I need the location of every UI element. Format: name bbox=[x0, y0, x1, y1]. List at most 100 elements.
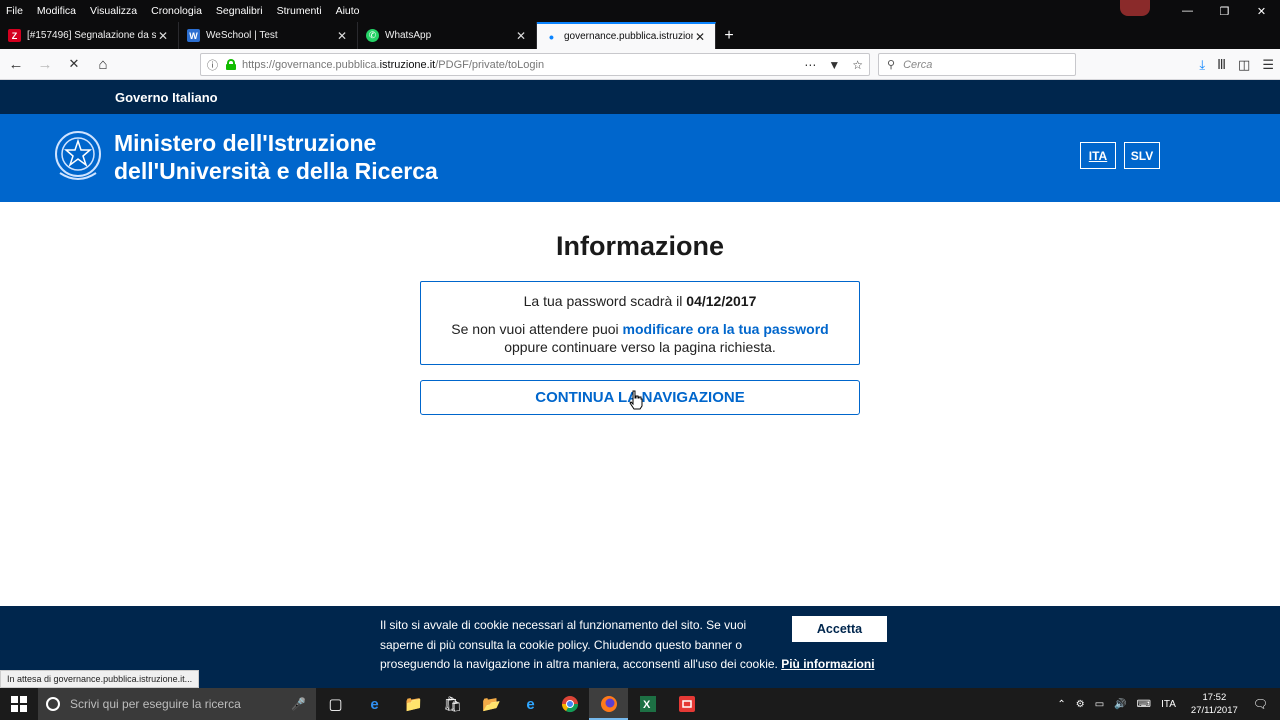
chrome-icon[interactable] bbox=[550, 688, 589, 720]
ministry-line-2: dell'Università e della Ricerca bbox=[114, 158, 438, 184]
ministry-name[interactable]: Ministero dell'Istruzione dell'Universit… bbox=[114, 129, 438, 185]
password-info-box: La tua password scadrà il 04/12/2017 Se … bbox=[420, 281, 860, 365]
new-tab-icon[interactable]: + bbox=[716, 22, 742, 49]
expiry-prefix: La tua password scadrà il bbox=[523, 293, 687, 309]
change-prefix: Se non vuoi attendere puoi bbox=[451, 321, 623, 337]
download-icon[interactable]: ⤓ bbox=[1199, 57, 1205, 73]
browser-status: In attesa di governance.pubblica.istruzi… bbox=[0, 670, 200, 688]
tab-title: WhatsApp bbox=[385, 30, 432, 41]
network-icon[interactable]: ▭ bbox=[1095, 699, 1104, 710]
close-tab-icon[interactable]: ✕ bbox=[335, 29, 349, 43]
lang-ita-button[interactable]: ITA bbox=[1080, 142, 1116, 169]
menu-modifica[interactable]: Modifica bbox=[37, 5, 76, 17]
tab-zendesk[interactable]: Z [#157496] Segnalazione da sito ✕ bbox=[0, 22, 179, 49]
site-header: Ministero dell'Istruzione dell'Universit… bbox=[0, 114, 1280, 202]
expiry-line: La tua password scadrà il 04/12/2017 bbox=[421, 293, 859, 309]
task-view-icon[interactable]: ▢ bbox=[316, 688, 355, 720]
url-prefix: https://governance.pubblica. bbox=[242, 58, 380, 71]
internet-explorer-icon[interactable]: e bbox=[511, 688, 550, 720]
profile-avatar[interactable] bbox=[1120, 0, 1150, 16]
tab-governance[interactable]: • governance.pubblica.istruzione ✕ bbox=[537, 22, 716, 49]
close-tab-icon[interactable]: ✕ bbox=[156, 29, 170, 43]
tab-title: governance.pubblica.istruzione bbox=[564, 31, 693, 42]
back-icon[interactable]: ← bbox=[3, 51, 29, 77]
microphone-icon[interactable]: 🎤 bbox=[291, 697, 306, 711]
clock-date: 27/11/2017 bbox=[1190, 705, 1238, 716]
search-placeholder: Cerca bbox=[903, 58, 933, 71]
browser-menubar: File Modifica Visualizza Cronologia Segn… bbox=[0, 0, 1280, 22]
tab-whatsapp[interactable]: ✆ WhatsApp ✕ bbox=[358, 22, 537, 49]
library-icon[interactable]: Ⅲ bbox=[1217, 57, 1226, 73]
menu-cronologia[interactable]: Cronologia bbox=[151, 5, 202, 17]
page-actions-icon[interactable]: ⋯ bbox=[804, 58, 816, 72]
tray-app-icon[interactable]: ⚙ bbox=[1076, 699, 1085, 710]
gov-label[interactable]: Governo Italiano bbox=[115, 90, 218, 105]
pocket-icon[interactable]: ▼ bbox=[828, 58, 840, 72]
search-input[interactable]: ⚲ Cerca bbox=[878, 53, 1076, 76]
firefox-icon[interactable] bbox=[589, 688, 628, 720]
close-tab-icon[interactable]: ✕ bbox=[693, 30, 707, 44]
screen-recorder-icon[interactable] bbox=[667, 688, 706, 720]
ministry-line-1: Ministero dell'Istruzione bbox=[114, 130, 377, 156]
store-icon[interactable]: 🛍 bbox=[433, 688, 472, 720]
zendesk-icon: Z bbox=[8, 29, 21, 42]
accept-cookies-button[interactable]: Accetta bbox=[792, 616, 887, 642]
gov-bar: Governo Italiano bbox=[0, 80, 1280, 114]
taskbar-search-input[interactable]: Scrivi qui per eseguire la ricerca 🎤 bbox=[38, 688, 316, 720]
change-password-link[interactable]: modificare ora la tua password bbox=[623, 321, 829, 337]
hand-cursor-icon bbox=[629, 390, 643, 410]
expiry-date: 04/12/2017 bbox=[686, 293, 757, 309]
windows-taskbar: Scrivi qui per eseguire la ricerca 🎤 ▢ e… bbox=[0, 688, 1280, 720]
menu-visualizza[interactable]: Visualizza bbox=[90, 5, 137, 17]
window-controls: — ❐ ✕ bbox=[1169, 0, 1280, 22]
menu-aiuto[interactable]: Aiuto bbox=[336, 5, 360, 17]
home-icon[interactable]: ⌂ bbox=[90, 51, 116, 77]
taskbar-search-placeholder: Scrivi qui per eseguire la ricerca bbox=[70, 697, 241, 711]
cookie-line-3-text: proseguendo la navigazione in altra mani… bbox=[380, 657, 782, 671]
input-language[interactable]: ITA bbox=[1161, 699, 1176, 710]
minimize-icon[interactable]: — bbox=[1169, 0, 1206, 22]
republic-emblem-icon bbox=[55, 131, 101, 180]
weschool-icon: W bbox=[187, 29, 200, 42]
file-explorer-icon[interactable]: 📁 bbox=[394, 688, 433, 720]
edge-icon[interactable]: e bbox=[355, 688, 394, 720]
url-host: istruzione.it bbox=[379, 58, 436, 71]
tab-weschool[interactable]: W WeSchool | Test ✕ bbox=[179, 22, 358, 49]
windows-start-icon[interactable] bbox=[0, 688, 38, 720]
taskbar-clock[interactable]: 17:52 27/11/2017 bbox=[1191, 691, 1238, 717]
lock-icon bbox=[226, 59, 236, 70]
keyboard-icon[interactable]: ⌨ bbox=[1137, 699, 1151, 710]
info-icon[interactable]: ⓘ bbox=[207, 57, 218, 73]
stop-icon[interactable]: ✕ bbox=[61, 51, 87, 77]
tray-chevron-icon[interactable]: ⌃ bbox=[1057, 699, 1065, 710]
change-line: Se non vuoi attendere puoi modificare or… bbox=[421, 321, 859, 337]
hamburger-menu-icon[interactable]: ☰ bbox=[1262, 57, 1274, 73]
forward-icon[interactable]: → bbox=[32, 51, 58, 77]
navigation-toolbar: ← → ✕ ⌂ ⓘ https://governance.pubblica. is… bbox=[0, 49, 1280, 80]
close-tab-icon[interactable]: ✕ bbox=[514, 29, 528, 43]
cookie-line-3: proseguendo la navigazione in altra mani… bbox=[380, 655, 880, 675]
menu-strumenti[interactable]: Strumenti bbox=[277, 5, 322, 17]
volume-icon[interactable]: 🔊 bbox=[1114, 699, 1126, 710]
change-suffix: oppure continuare verso la pagina richie… bbox=[504, 339, 776, 355]
system-tray: ⌃ ⚙ ▭ 🔊 ⌨ ITA 17:52 27/11/2017 🗨 bbox=[1052, 688, 1280, 720]
lang-slv-button[interactable]: SLV bbox=[1124, 142, 1160, 169]
search-icon: ⚲ bbox=[887, 59, 896, 71]
close-window-icon[interactable]: ✕ bbox=[1243, 0, 1280, 22]
menu-file[interactable]: File bbox=[6, 5, 23, 17]
sidebar-icon[interactable]: ◫ bbox=[1238, 57, 1250, 73]
tab-title: [#157496] Segnalazione da sito bbox=[27, 30, 156, 41]
loading-icon: • bbox=[549, 28, 554, 45]
excel-icon[interactable]: X bbox=[628, 688, 667, 720]
more-info-link[interactable]: Più informazioni bbox=[781, 657, 874, 671]
restore-icon[interactable]: ❐ bbox=[1206, 0, 1243, 22]
page-title: Informazione bbox=[555, 231, 724, 261]
cortana-icon bbox=[46, 697, 60, 711]
tab-title: WeSchool | Test bbox=[206, 30, 278, 41]
url-path: /PDGF/private/toLogin bbox=[435, 58, 545, 71]
address-bar[interactable]: ⓘ https://governance.pubblica. istruzione… bbox=[200, 53, 870, 76]
bookmark-star-icon[interactable]: ☆ bbox=[852, 58, 863, 72]
notifications-icon[interactable]: 🗨 bbox=[1253, 697, 1268, 711]
folder-icon[interactable]: 📂 bbox=[472, 688, 511, 720]
menu-segnalibri[interactable]: Segnalibri bbox=[216, 5, 263, 17]
